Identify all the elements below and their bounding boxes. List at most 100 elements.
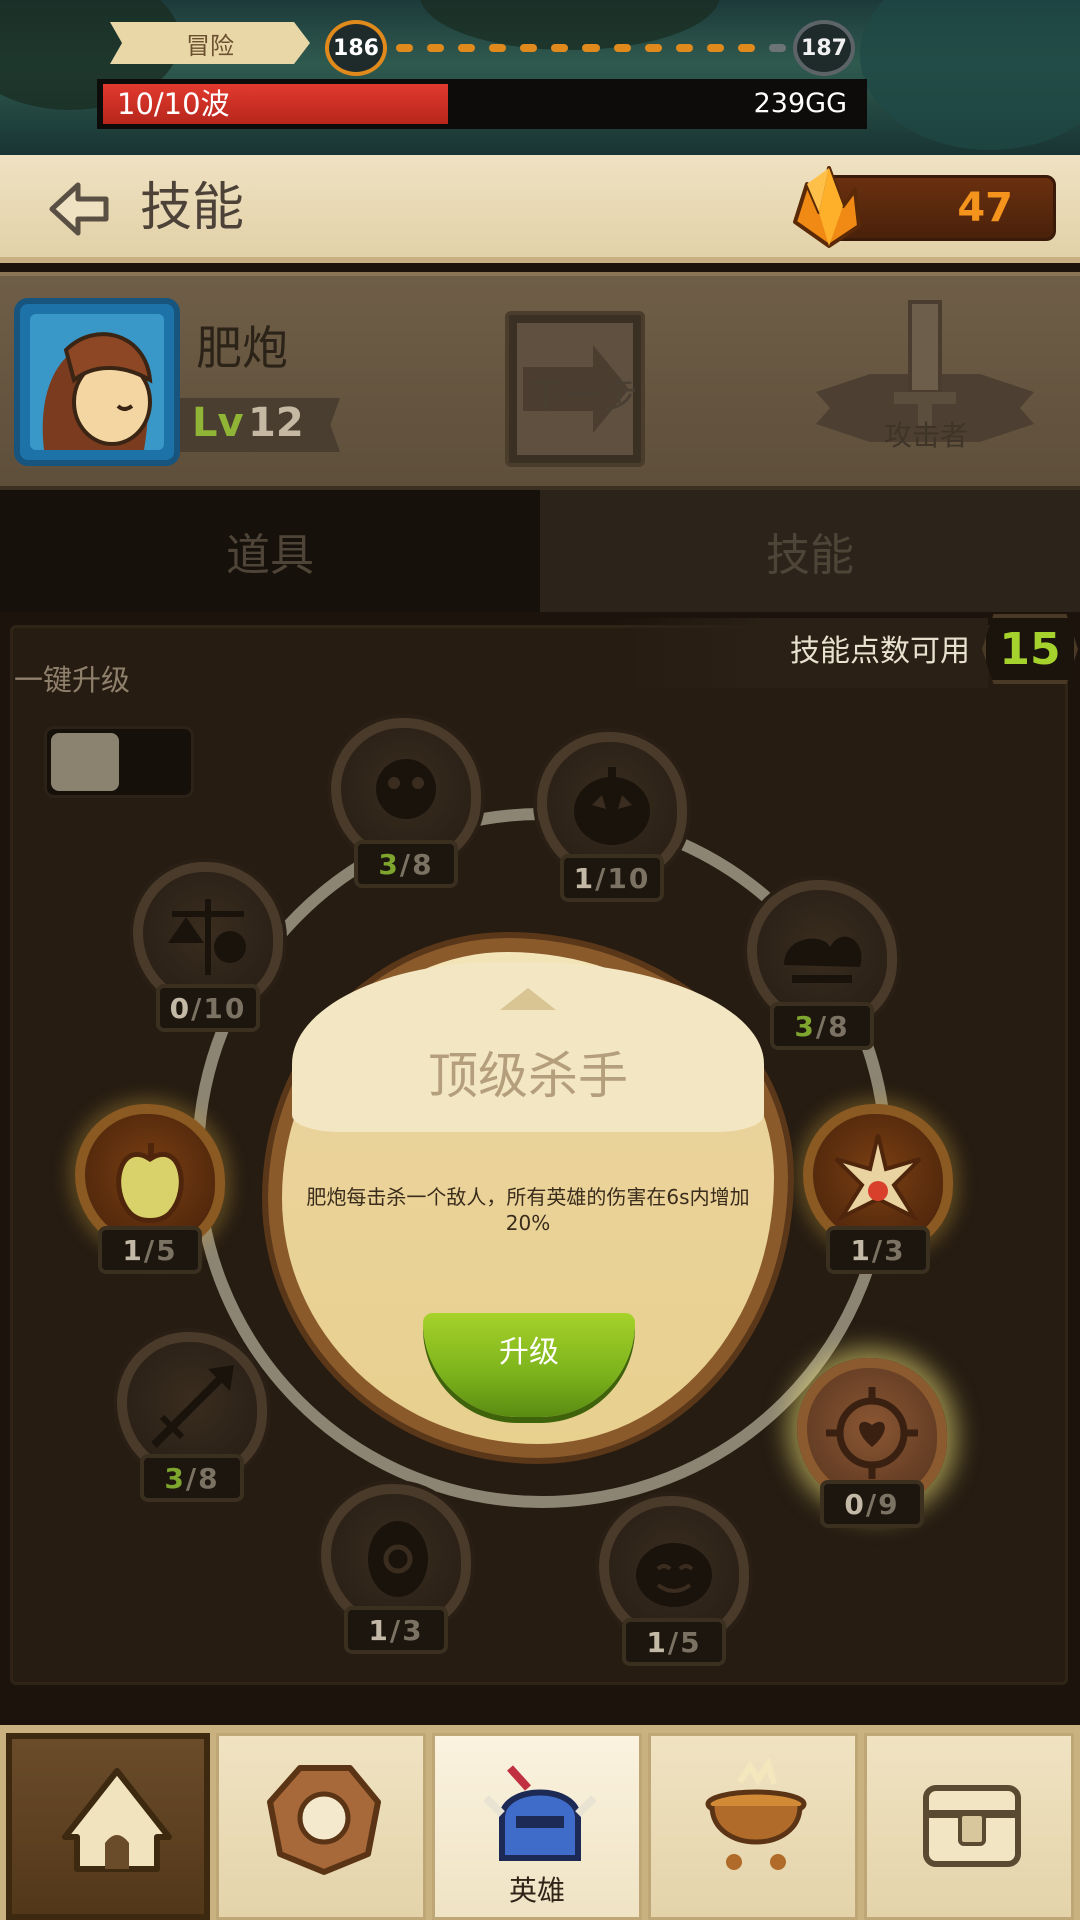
skill-level-count: 3/8: [354, 840, 458, 888]
background-stump: [860, 0, 1080, 150]
next-step-frame: 下一步: [517, 323, 637, 455]
skill-node[interactable]: 0/9: [782, 1358, 962, 1538]
skill-level-current: 1: [573, 861, 596, 895]
pumpkin-icon: [574, 767, 650, 845]
skill-node[interactable]: 1/3: [788, 1104, 968, 1284]
back-button[interactable]: [48, 181, 112, 237]
skill-level-current: 1: [368, 1613, 390, 1647]
hero-avatar: [42, 332, 153, 450]
quick-upgrade-label: 一键升级: [14, 663, 131, 697]
path-dot: [613, 44, 631, 52]
skill-level-max: /10: [595, 861, 651, 895]
wave-text: 10/10波: [117, 87, 230, 121]
skill-title: 顶级杀手: [428, 1047, 628, 1105]
path-dot: [520, 44, 538, 52]
path-dot: [551, 44, 569, 52]
adventure-banner: 冒险 186 187 10/10波 239GG: [0, 0, 1080, 160]
nav-hero[interactable]: 英雄: [432, 1733, 642, 1920]
skill-level-max: /8: [399, 847, 434, 881]
gorilla-icon: [376, 759, 436, 819]
level-path: [396, 44, 787, 52]
nav-shield[interactable]: [216, 1733, 426, 1920]
path-dot: [644, 44, 662, 52]
apple-icon: [116, 1143, 184, 1223]
back-arrow-icon: [49, 182, 109, 236]
path-dot: [427, 44, 445, 52]
knight-helmet-icon: [483, 1765, 597, 1861]
skill-level-current: 3: [164, 1461, 186, 1495]
skill-level-max: /3: [389, 1613, 424, 1647]
path-dot: [706, 44, 724, 52]
path-dot: [768, 44, 787, 52]
skill-points-value: 15: [982, 614, 1078, 684]
nav-hero-label: 英雄: [508, 1874, 565, 1907]
level-label: Lv: [192, 400, 244, 446]
skill-level-current: 1: [850, 1233, 872, 1267]
next-level-node: 187: [793, 20, 855, 76]
wave-bar: 10/10波 239GG: [97, 79, 867, 129]
explosion-icon: [834, 1134, 922, 1222]
smiling-face-icon: [636, 1543, 712, 1607]
skill-node[interactable]: 1/5: [584, 1496, 764, 1676]
skill-level-count: 1/5: [98, 1226, 202, 1274]
skill-level-max: /8: [185, 1461, 220, 1495]
skill-level-current: 0: [844, 1487, 866, 1521]
treasure-chest-icon: [923, 1785, 1021, 1867]
spiral-egg-icon: [368, 1521, 428, 1597]
quick-upgrade-toggle[interactable]: [44, 726, 194, 798]
camp-tent-icon: [62, 1768, 172, 1872]
skill-detail-popup: 顶级杀手 肥炮每击杀一个敌人，所有英雄的伤害在6s内增加20% 升级: [268, 938, 788, 1458]
nav-cauldron[interactable]: [648, 1733, 858, 1920]
skill-level-current: 1: [122, 1233, 144, 1267]
skill-level-max: /5: [667, 1625, 702, 1659]
next-step-label: 下一步: [528, 376, 637, 417]
cauldron-icon: [705, 1758, 807, 1870]
path-dot: [675, 44, 693, 52]
skill-level-max: /3: [871, 1233, 906, 1267]
skill-node[interactable]: 3/8: [102, 1332, 282, 1512]
skill-node[interactable]: 1/3: [306, 1484, 486, 1664]
skill-level-current: 3: [378, 847, 400, 881]
path-dot: [458, 44, 476, 52]
skill-level-max: /9: [865, 1487, 900, 1521]
hero-portrait[interactable]: [14, 298, 180, 466]
skill-level-count: 1/3: [826, 1226, 930, 1274]
bottom-nav: 英雄: [0, 1725, 1080, 1920]
hero-class-label: 攻击者: [883, 419, 968, 452]
tab-skills[interactable]: 技能: [540, 490, 1080, 612]
skill-level-current: 3: [794, 1009, 816, 1043]
skill-level-max: /10: [191, 991, 247, 1025]
skill-level-max: /8: [815, 1009, 850, 1043]
skill-level-max: /5: [143, 1233, 178, 1267]
skill-node[interactable]: 1/10: [522, 732, 702, 912]
background-leaf: [420, 0, 720, 50]
skill-node[interactable]: 1/5: [60, 1104, 240, 1284]
skill-points-label: 技能点数可用: [790, 634, 970, 669]
heart-target-icon: [826, 1387, 918, 1479]
skill-description: 肥炮每击杀一个敌人，所有英雄的伤害在6s内增加20%: [306, 1185, 750, 1235]
crystal-icon: [793, 166, 861, 248]
scales-icon: [168, 899, 246, 975]
tab-items[interactable]: 道具: [0, 490, 540, 612]
skill-level-count: 1/3: [344, 1606, 448, 1654]
nav-chest[interactable]: [864, 1733, 1074, 1920]
path-dot: [489, 44, 507, 52]
toggle-knob: [51, 733, 119, 791]
hero-panel: 肥炮 Lv 12 下一步 攻击者: [0, 272, 1080, 492]
skill-node[interactable]: 3/8: [316, 718, 496, 898]
nav-camp[interactable]: [6, 1733, 210, 1920]
mode-flag: 冒险: [110, 22, 310, 64]
wooden-shield-icon: [267, 1765, 381, 1875]
skill-level-count: 3/8: [140, 1454, 244, 1502]
current-level-node: 186: [325, 20, 387, 76]
next-step-button[interactable]: 下一步: [505, 311, 645, 467]
skill-level-current: 1: [646, 1625, 668, 1659]
gold-amount: 239GG: [753, 88, 847, 119]
arrow-icon: [151, 1365, 234, 1448]
skill-level-count: 0/10: [156, 984, 260, 1032]
page-header: 技能 47: [0, 155, 1080, 263]
hero-level: 12: [248, 400, 304, 446]
path-dot: [396, 44, 414, 52]
skill-level-count: 1/10: [560, 854, 664, 902]
skill-level-current: 0: [169, 991, 192, 1025]
